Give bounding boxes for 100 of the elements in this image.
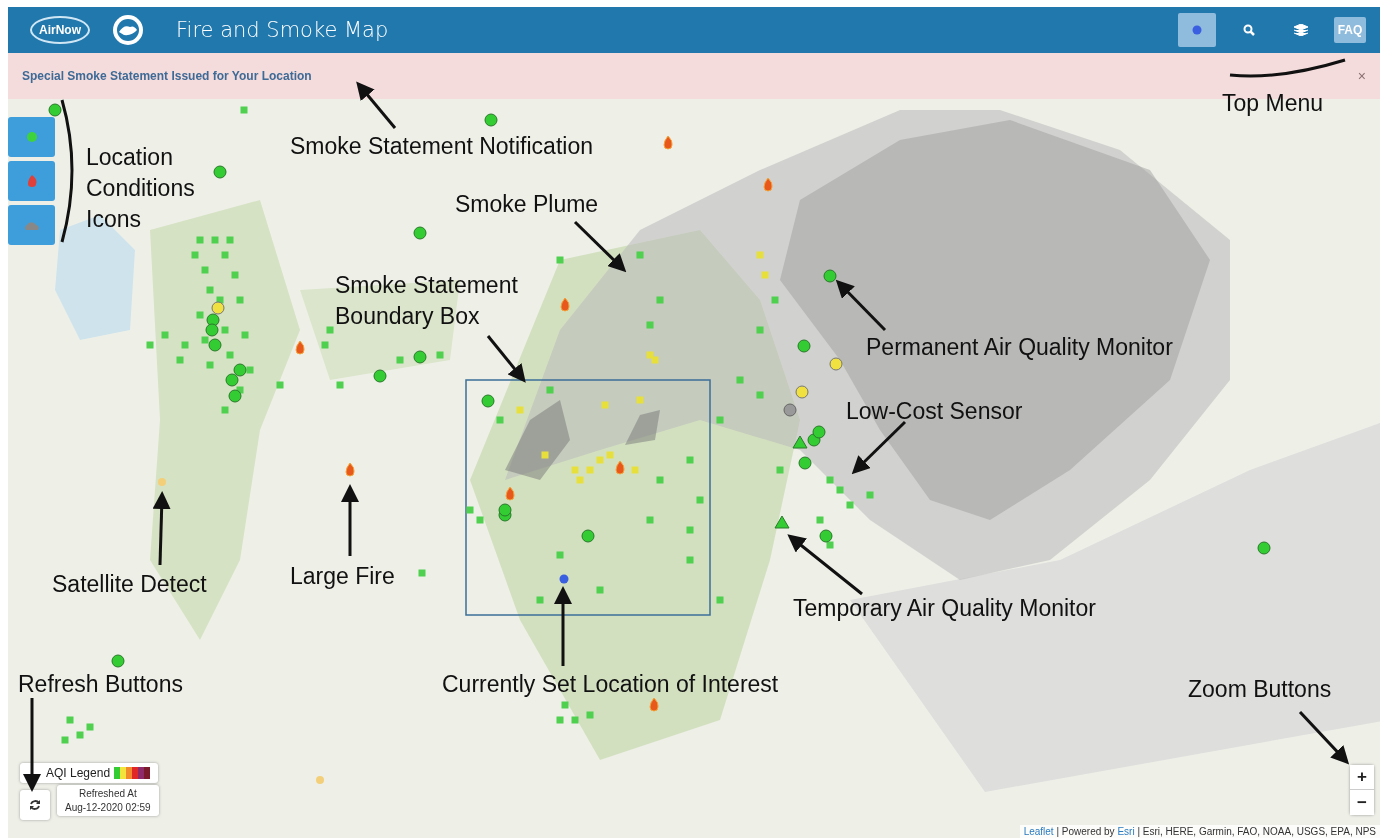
monitor-marker[interactable]: [233, 363, 247, 377]
sensor-marker[interactable]: [191, 251, 199, 259]
sensor-marker[interactable]: [221, 326, 229, 334]
monitor-marker[interactable]: [498, 503, 512, 517]
monitor-marker[interactable]: [1257, 541, 1271, 555]
sensor-marker[interactable]: [771, 296, 779, 304]
sensor-marker[interactable]: [596, 456, 604, 464]
sensor-marker[interactable]: [761, 271, 769, 279]
sensor-marker[interactable]: [211, 236, 219, 244]
sensor-marker[interactable]: [66, 716, 74, 724]
sensor-marker[interactable]: [756, 251, 764, 259]
monitor-marker[interactable]: [484, 113, 498, 127]
sensor-marker[interactable]: [716, 596, 724, 604]
sensor-marker[interactable]: [536, 596, 544, 604]
sensor-marker[interactable]: [61, 736, 69, 744]
sensor-marker[interactable]: [686, 456, 694, 464]
sensor-marker[interactable]: [846, 501, 854, 509]
sensor-marker[interactable]: [516, 406, 524, 414]
temporary-monitor-marker[interactable]: [792, 435, 808, 449]
sensor-marker[interactable]: [541, 451, 549, 459]
sensor-marker[interactable]: [226, 236, 234, 244]
sensor-marker[interactable]: [826, 476, 834, 484]
sensor-marker[interactable]: [206, 361, 214, 369]
monitor-marker[interactable]: [798, 456, 812, 470]
monitor-marker[interactable]: [823, 269, 837, 283]
sensor-marker[interactable]: [836, 486, 844, 494]
sensor-marker[interactable]: [826, 541, 834, 549]
sensor-marker[interactable]: [776, 466, 784, 474]
sensor-marker[interactable]: [476, 516, 484, 524]
monitor-marker[interactable]: [225, 373, 239, 387]
sensor-marker[interactable]: [241, 331, 249, 339]
monitor-marker[interactable]: [213, 165, 227, 179]
monitor-marker[interactable]: [829, 357, 843, 371]
sensor-marker[interactable]: [196, 236, 204, 244]
sensor-marker[interactable]: [601, 401, 609, 409]
sensor-marker[interactable]: [221, 251, 229, 259]
sensor-marker[interactable]: [866, 491, 874, 499]
monitor-marker[interactable]: [373, 369, 387, 383]
sensor-marker[interactable]: [656, 476, 664, 484]
sensor-marker[interactable]: [606, 451, 614, 459]
sensor-marker[interactable]: [546, 386, 554, 394]
sensor-marker[interactable]: [636, 251, 644, 259]
sensor-marker[interactable]: [816, 516, 824, 524]
monitor-marker[interactable]: [211, 301, 225, 315]
sensor-marker[interactable]: [586, 466, 594, 474]
zoom-in-button[interactable]: +: [1350, 765, 1374, 790]
sensor-marker[interactable]: [221, 406, 229, 414]
sensor-marker[interactable]: [236, 296, 244, 304]
sensor-marker[interactable]: [571, 716, 579, 724]
sensor-marker[interactable]: [466, 506, 474, 514]
sensor-marker[interactable]: [201, 336, 209, 344]
sensor-marker[interactable]: [181, 341, 189, 349]
monitor-marker[interactable]: [797, 339, 811, 353]
monitor-marker[interactable]: [48, 103, 62, 117]
sensor-marker[interactable]: [756, 326, 764, 334]
sensor-marker[interactable]: [646, 516, 654, 524]
location-button[interactable]: [1178, 13, 1216, 47]
sensor-marker[interactable]: [696, 496, 704, 504]
sensor-marker[interactable]: [86, 723, 94, 731]
aqi-legend-button[interactable]: AQI Legend: [20, 763, 159, 783]
refresh-button[interactable]: [20, 790, 50, 820]
monitor-marker[interactable]: [413, 226, 427, 240]
sensor-marker[interactable]: [686, 556, 694, 564]
smoke-conditions-button[interactable]: [8, 205, 55, 245]
monitor-marker[interactable]: [228, 389, 242, 403]
sensor-marker[interactable]: [651, 356, 659, 364]
satellite-detect-marker[interactable]: [158, 478, 166, 486]
monitor-marker[interactable]: [205, 323, 219, 337]
sensor-marker[interactable]: [418, 569, 426, 577]
sensor-marker[interactable]: [436, 351, 444, 359]
sensor-marker[interactable]: [146, 341, 154, 349]
sensor-marker[interactable]: [736, 376, 744, 384]
sensor-marker[interactable]: [576, 476, 584, 484]
sensor-marker[interactable]: [240, 106, 248, 114]
leaflet-link[interactable]: Leaflet: [1023, 826, 1054, 837]
monitor-marker[interactable]: [111, 654, 125, 668]
sensor-marker[interactable]: [556, 256, 564, 264]
sensor-marker[interactable]: [321, 341, 329, 349]
fire-conditions-button[interactable]: [8, 161, 55, 201]
sensor-marker[interactable]: [226, 351, 234, 359]
monitor-conditions-button[interactable]: [8, 117, 55, 157]
monitor-marker[interactable]: [481, 394, 495, 408]
sensor-marker[interactable]: [201, 266, 209, 274]
sensor-marker[interactable]: [196, 311, 204, 319]
sensor-marker[interactable]: [336, 381, 344, 389]
sensor-marker[interactable]: [586, 711, 594, 719]
temporary-monitor-marker[interactable]: [774, 515, 790, 529]
sensor-marker[interactable]: [686, 526, 694, 534]
monitor-marker[interactable]: [795, 385, 809, 399]
monitor-marker[interactable]: [819, 529, 833, 543]
close-button[interactable]: ×: [1357, 68, 1366, 84]
zoom-out-button[interactable]: −: [1350, 790, 1374, 815]
sensor-marker[interactable]: [326, 326, 334, 334]
sensor-marker[interactable]: [636, 396, 644, 404]
monitor-marker[interactable]: [783, 403, 797, 417]
sensor-marker[interactable]: [561, 701, 569, 709]
sensor-marker[interactable]: [756, 391, 764, 399]
monitor-marker[interactable]: [812, 425, 826, 439]
monitor-marker[interactable]: [208, 338, 222, 352]
sensor-marker[interactable]: [631, 466, 639, 474]
